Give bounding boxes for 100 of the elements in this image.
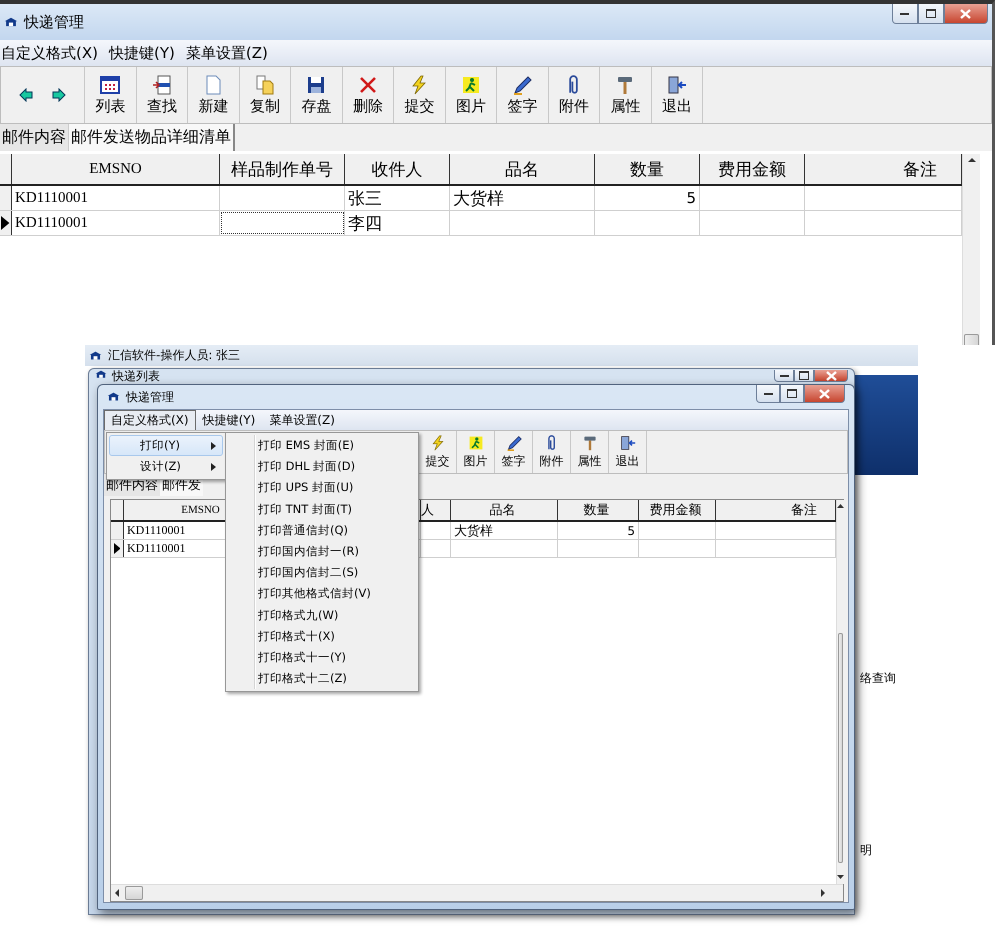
toolbar-button[interactable]: 图片 [446,67,497,123]
window-title: 快递管理 [24,12,84,32]
door-arrow-icon [620,434,636,450]
column-header: EMSNO [12,154,220,184]
minimize-button[interactable] [892,4,918,24]
toolbar-button[interactable]: 存盘 [291,67,342,123]
scroll-up-icon[interactable] [968,158,976,162]
toolbar-button[interactable]: 签字 [495,431,533,473]
menu-item[interactable]: 自定义格式(X) [0,42,108,64]
close-icon [826,370,836,380]
menu-item[interactable]: 自定义格式(X) [104,410,196,430]
maximize-button[interactable] [780,385,804,403]
minimize-button[interactable] [756,385,780,403]
toolbar-button[interactable]: 退出 [652,67,703,123]
app-icon [89,350,102,360]
menu-item[interactable]: 打印 EMS 封面(E) [228,435,416,456]
close-button[interactable] [814,370,848,382]
grid-icon [100,74,120,94]
toolbar-button[interactable]: 签字 [497,67,548,123]
documents-icon [254,74,275,94]
focused-cell[interactable] [220,211,345,235]
paperclip-icon [569,74,578,94]
maximize-icon [799,371,809,380]
scroll-thumb[interactable] [125,886,143,900]
door-arrow-icon [666,74,687,94]
menu-item[interactable]: 菜单设置(Z) [184,42,278,64]
app-icon [4,17,18,27]
window-title: 快递列表 [112,370,160,382]
column-header: 备注 [805,154,962,184]
maximize-button[interactable] [918,4,944,24]
scrollbar[interactable] [962,154,980,345]
tab[interactable]: 邮件内容 [0,124,69,151]
menu-item[interactable]: 打印国内信封二(S) [228,562,416,584]
table-cell: 李四 [345,211,450,235]
delete-icon [358,74,378,94]
document-arrow-icon [152,74,172,94]
row-header[interactable] [0,211,12,235]
toolbar-button[interactable]: 列表 [85,67,136,123]
window-title: 快递管理 [126,388,174,406]
menu-item[interactable]: 打印(Y) [109,435,223,456]
column-header: 收件人 [345,154,450,184]
forward-arrow-icon[interactable] [52,88,66,102]
column-header: 品名 [450,154,595,184]
row-pointer-icon [1,216,10,230]
scroll-down-icon[interactable] [837,875,844,879]
running-figure-icon [460,74,481,94]
minimize-icon [764,392,773,394]
row-header[interactable] [0,186,12,210]
toolbar-button[interactable]: 提交 [394,67,446,123]
caret-icon [211,442,216,450]
caret-icon [211,462,216,470]
toolbar-button[interactable]: 退出 [609,431,647,473]
pen-icon [506,434,522,450]
minimize-button[interactable] [774,370,794,382]
menu-item[interactable]: 打印格式九(W) [228,604,416,626]
scrollbar[interactable] [836,500,844,884]
toolbar-button[interactable]: 属性 [600,67,652,123]
column-header: 品名 [451,500,558,520]
menu-item[interactable]: 打印 UPS 封面(U) [228,477,416,499]
row-pointer-icon [114,543,120,554]
scrollbar[interactable] [111,884,843,901]
maximize-icon [787,389,798,398]
menu-item[interactable]: 打印格式十(X) [228,626,416,647]
toolbar-button[interactable]: 复制 [240,67,291,123]
menu-item[interactable]: 快捷键(Y) [196,410,262,430]
close-button[interactable] [944,4,988,24]
maximize-button[interactable] [794,370,814,382]
toolbar-button[interactable]: 附件 [548,67,600,123]
scroll-thumb[interactable] [838,633,843,863]
close-icon [960,8,972,18]
label: 明 [860,842,872,859]
tab[interactable]: 邮件发送物品详细清单 [69,124,235,151]
toolbar-button[interactable]: 图片 [457,431,495,473]
column-header: 数量 [558,500,639,520]
toolbar-button[interactable]: 删除 [342,67,394,123]
toolbar-button[interactable]: 属性 [571,431,609,473]
menu-item[interactable]: 快捷键(Y) [108,42,185,64]
menu-item[interactable]: 打印 DHL 封面(D) [228,456,416,478]
window-title: 汇信软件-操作人员: 张三 [108,347,240,364]
menu-item[interactable]: 菜单设置(Z) [262,410,342,430]
toolbar-button[interactable]: 附件 [533,431,571,473]
row-header[interactable] [111,540,124,557]
toolbar-button[interactable]: 新建 [188,67,240,123]
close-button[interactable] [804,385,845,403]
menu-item[interactable]: 打印格式十二(Z) [228,668,416,690]
column-header: 费用金额 [700,154,805,184]
corner-header [111,500,124,520]
scroll-right-icon[interactable] [821,889,825,897]
back-arrow-icon[interactable] [19,88,34,102]
scroll-up-icon[interactable] [837,504,844,508]
toolbar-button[interactable]: 查找 [136,67,188,123]
column-header: 人 [421,500,451,520]
table-cell: KD1110001 [12,211,220,235]
menu-item[interactable]: 打印其他格式信封(V) [228,583,416,604]
row-header[interactable] [111,522,124,539]
menu-item[interactable]: 打印格式十一(Y) [228,646,416,668]
column-header: 样品制作单号 [220,154,345,184]
minimize-icon [900,12,910,14]
scroll-left-icon[interactable] [115,889,119,897]
menu-item[interactable]: 设计(Z) [109,456,223,477]
